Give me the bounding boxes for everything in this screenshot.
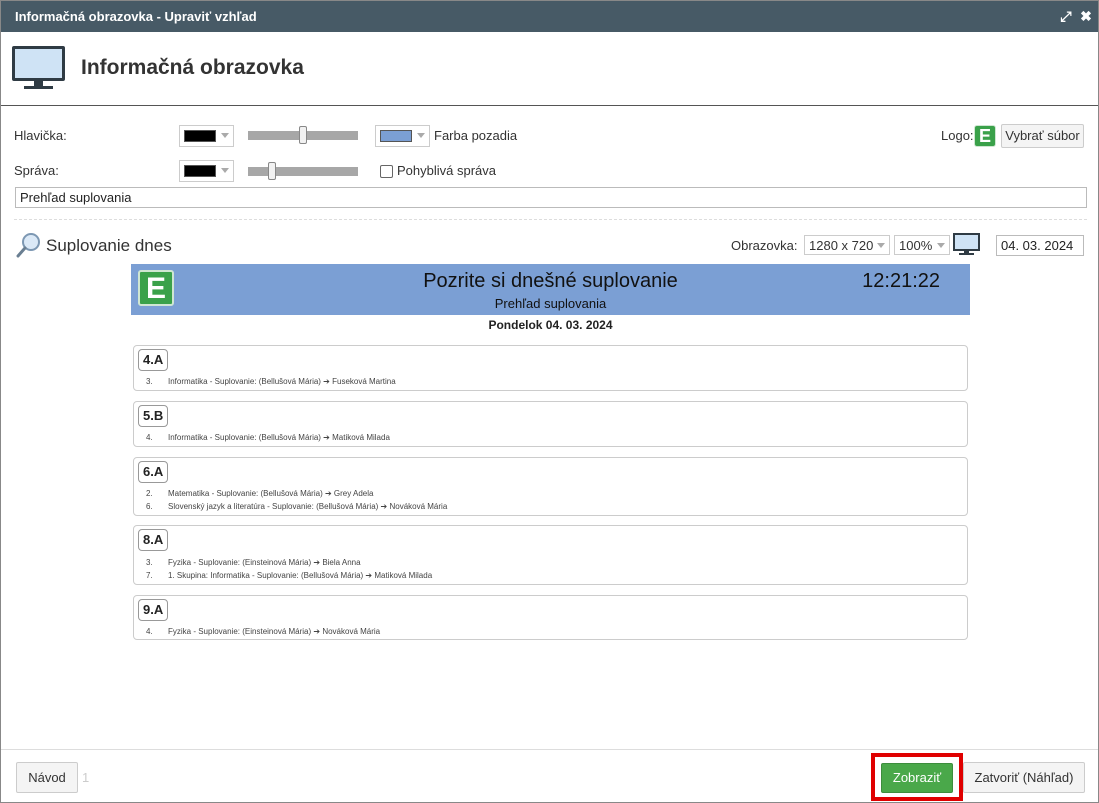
zoom-select[interactable]: 100% xyxy=(894,235,950,255)
close-preview-button[interactable]: Zatvoriť (Náhľad) xyxy=(963,762,1085,793)
class-name: 6.A xyxy=(138,461,169,483)
class-card: 9.A 4. Fyzika - Suplovanie: (Einsteinová … xyxy=(133,595,968,640)
choose-file-button[interactable]: Vybrať súbor xyxy=(1001,124,1084,148)
header-size-slider[interactable] xyxy=(248,126,358,144)
screen-preview-icon[interactable] xyxy=(953,233,980,257)
message-text-input[interactable] xyxy=(15,187,1087,208)
logo-preview-icon: E xyxy=(974,125,996,147)
class-name: 9.A xyxy=(138,599,169,621)
close-icon[interactable]: ✖ xyxy=(1077,7,1095,25)
moving-message-label: Pohyblivá správa xyxy=(397,163,496,178)
class-card: 8.A 3. Fyzika - Suplovanie: (Einsteinová … xyxy=(133,525,968,585)
page-title: Informačná obrazovka xyxy=(81,56,304,79)
preview-title: Pozrite si dnešné suplovanie xyxy=(423,270,678,292)
screen-preview: E Pozrite si dnešné suplovanie Prehľad s… xyxy=(131,264,970,644)
section-title: Suplovanie dnes xyxy=(46,236,172,255)
background-color-label: Farba pozadia xyxy=(434,128,518,143)
moving-message-checkbox[interactable] xyxy=(380,165,393,178)
class-name: 8.A xyxy=(138,529,169,551)
message-size-slider[interactable] xyxy=(248,162,358,180)
class-card: 4.A 3. Informatika - Suplovanie: (Bellušo… xyxy=(133,345,968,391)
header-label: Hlavička: xyxy=(14,128,67,143)
divider xyxy=(14,219,1087,220)
footer-divider xyxy=(1,749,1098,750)
title-bar: Informačná obrazovka - Upraviť vzhľad ⤢ … xyxy=(1,1,1098,32)
class-card: 6.A 2. Matematika - Suplovanie: (Bellušov… xyxy=(133,457,968,516)
date-input[interactable] xyxy=(996,235,1084,256)
maximize-icon[interactable]: ⤢ xyxy=(1057,7,1075,25)
page-number: 1 xyxy=(82,770,90,785)
preview-date: Pondelok 04. 03. 2024 xyxy=(488,318,613,332)
show-button[interactable]: Zobraziť xyxy=(881,763,953,793)
background-color-picker[interactable] xyxy=(375,125,430,147)
help-button[interactable]: Návod xyxy=(16,762,78,793)
class-name: 4.A xyxy=(138,349,169,371)
message-label: Správa: xyxy=(14,163,59,178)
show-button-highlight: Zobraziť xyxy=(871,753,963,801)
class-name: 5.B xyxy=(138,405,169,427)
header-color-picker[interactable] xyxy=(179,125,234,147)
preview-clock: 12:21:22 xyxy=(862,270,940,292)
window-title: Informačná obrazovka - Upraviť vzhľad xyxy=(15,9,257,24)
class-card: 5.B 4. Informatika - Suplovanie: (Bellušo… xyxy=(133,401,968,447)
preview-header: E Pozrite si dnešné suplovanie Prehľad s… xyxy=(131,264,970,315)
message-color-picker[interactable] xyxy=(179,160,234,182)
search-icon xyxy=(16,233,40,258)
preview-subtitle: Prehľad suplovania xyxy=(494,296,607,311)
logo-label: Logo: xyxy=(941,128,974,143)
monitor-icon xyxy=(12,46,65,90)
screen-label: Obrazovka: xyxy=(731,238,798,253)
dialog-header: Informačná obrazovka xyxy=(1,32,1098,106)
resolution-select[interactable]: 1280 x 720 xyxy=(804,235,890,255)
dialog-window: Informačná obrazovka - Upraviť vzhľad ⤢ … xyxy=(0,0,1099,803)
